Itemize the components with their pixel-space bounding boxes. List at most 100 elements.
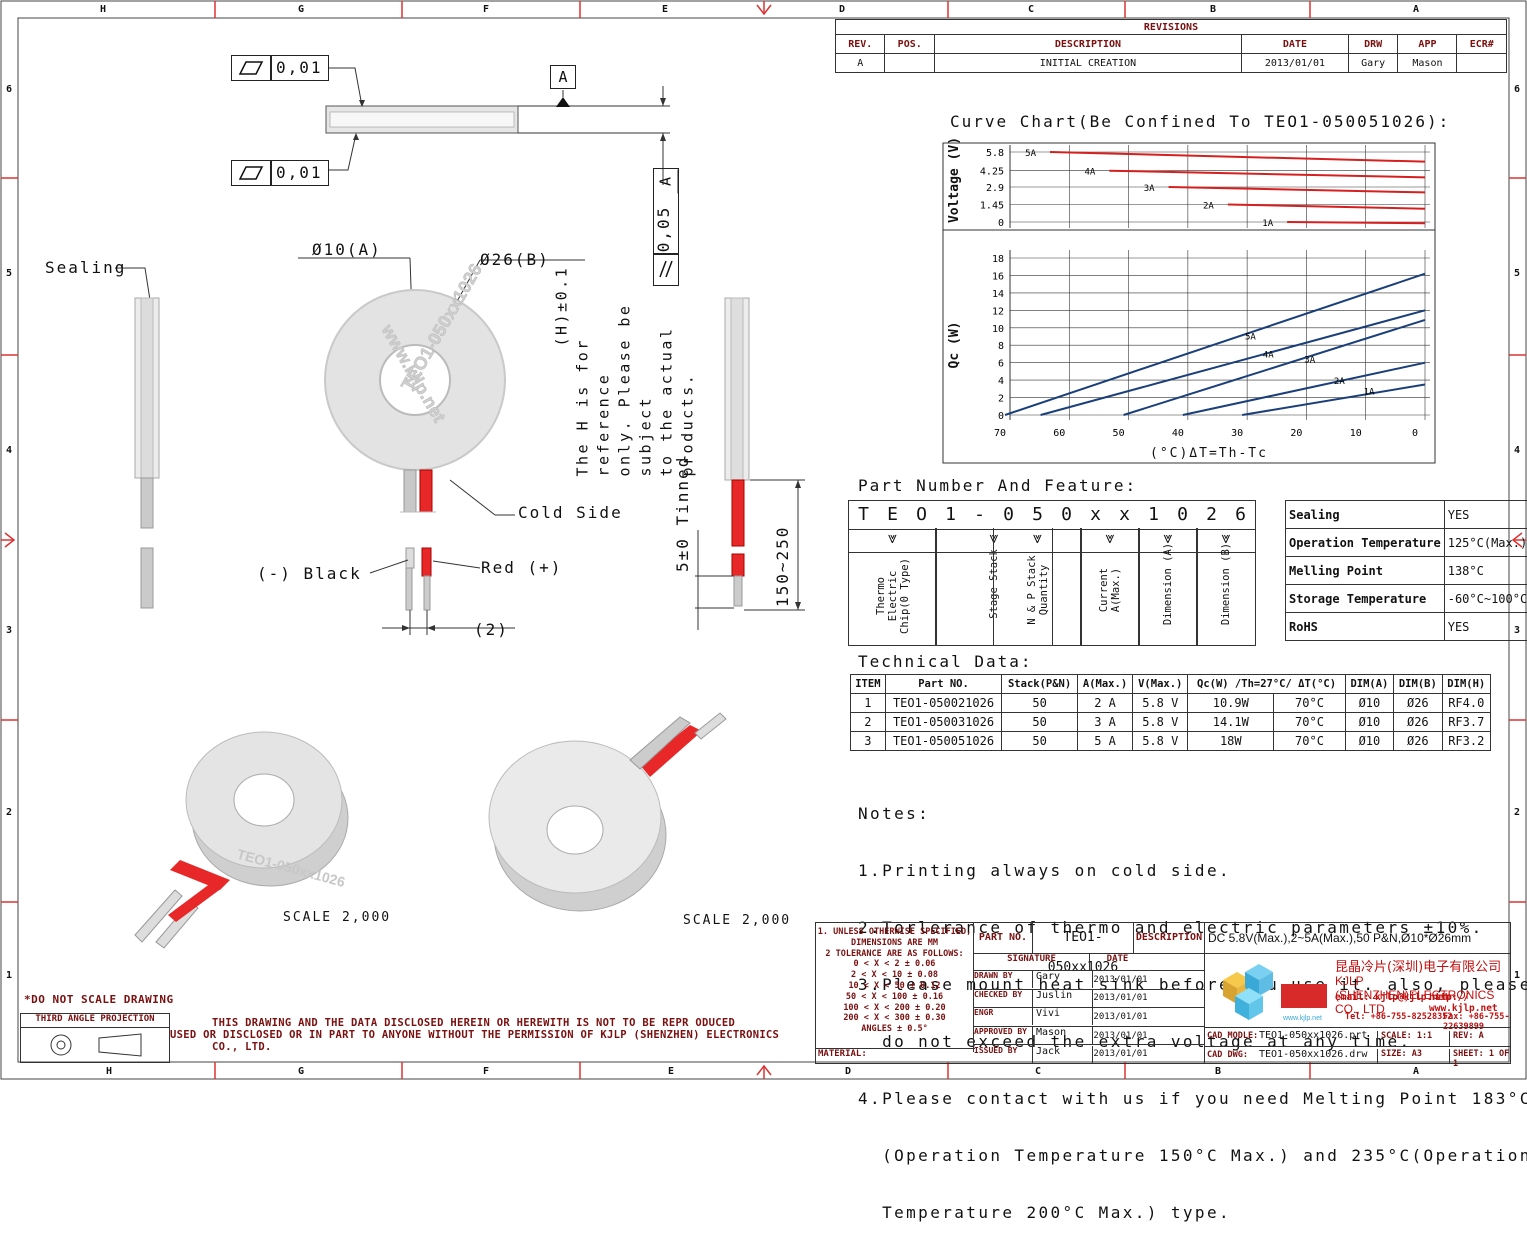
qc-series-label: 3A bbox=[1304, 355, 1315, 365]
technical-row: 1TEO1-050021026502 A5.8 V10.9W70°CØ10Ø26… bbox=[851, 694, 1491, 713]
zone-label: C bbox=[1028, 4, 1034, 15]
part-number-char: 1 bbox=[1139, 501, 1168, 529]
voltage-series-label: 3A bbox=[1144, 184, 1155, 194]
qc-series-line bbox=[1183, 363, 1425, 415]
part-number-group: ⩔Dimension (A) bbox=[1138, 528, 1198, 646]
technical-cell: 3 bbox=[851, 732, 886, 751]
note-line: Temperature 200°C Max.) type. bbox=[858, 1203, 1527, 1222]
qc-tick-label: 12 bbox=[992, 306, 1004, 317]
rev-header: POS. bbox=[885, 35, 934, 54]
part-number-char: E bbox=[878, 501, 907, 529]
qc-axis-label: Qc (W) bbox=[947, 300, 967, 390]
signature-row: DRAWN BYGary2013/01/01 bbox=[974, 971, 1204, 990]
zone-label: H bbox=[106, 1066, 112, 1077]
feature-row: Operation Temperature125°C(Max.) bbox=[1286, 529, 1527, 557]
zone-label: 6 bbox=[6, 84, 12, 95]
tolerance-line: 2 TOLERANCE ARE AS FOLLOWS: bbox=[816, 949, 973, 960]
cad-model-value: TEO1-050xx1026.prt bbox=[1259, 1030, 1367, 1041]
technical-cell: TEO1-050021026 bbox=[885, 694, 1002, 713]
note-line: (Operation Temperature 150°C Max.) and 2… bbox=[858, 1146, 1527, 1165]
cold-side-label: Cold Side bbox=[518, 503, 623, 522]
notes-title: Notes: bbox=[858, 804, 1527, 823]
part-number-meaning: Thermo Electric Chip(0 Type) bbox=[875, 551, 911, 641]
qc-tick-label: 18 bbox=[992, 254, 1004, 265]
technical-header: V(Max.) bbox=[1133, 675, 1188, 694]
disclaimer-line: CO., LTD. bbox=[170, 1041, 815, 1053]
technical-cell: 70°C bbox=[1274, 694, 1346, 713]
part-number-meaning: N & P Stack Quantity bbox=[1026, 545, 1050, 635]
flatness-frame-top: 0,01 bbox=[231, 55, 329, 81]
feature-name: Melling Point bbox=[1286, 557, 1445, 585]
description-value: DC 5.8V(Max.),2~5A(Max.),50 P&N,Ø10*Ø26m… bbox=[1206, 923, 1512, 953]
technical-header: Qc(W) /Th=27°C/ ΔT(°C) bbox=[1188, 675, 1345, 694]
signature-date: 2013/01/01 bbox=[1093, 975, 1148, 985]
technical-header: DIM(A) bbox=[1345, 675, 1393, 694]
company-logo-icon: www.kjlp.net bbox=[1211, 960, 1333, 1024]
qc-tick-label: 2 bbox=[998, 394, 1004, 405]
voltage-series-line bbox=[1287, 222, 1425, 223]
technical-cell: 5 A bbox=[1077, 732, 1132, 751]
part-number-char: x bbox=[1081, 501, 1110, 529]
technical-cell: Ø26 bbox=[1394, 732, 1442, 751]
voltage-tick-label: 5.8 bbox=[986, 148, 1004, 159]
signature-name: Juslin bbox=[1033, 990, 1093, 1007]
curve-chart: 5.84.252.91.4501816141210864207060504030… bbox=[940, 140, 1440, 470]
tolerance-line: 100 < X < 200 ± 0.20 bbox=[816, 1003, 973, 1014]
description-label: DESCRIPTION bbox=[1134, 923, 1205, 953]
technical-title: Technical Data: bbox=[858, 652, 1033, 671]
rev-header: DRW bbox=[1348, 35, 1397, 54]
signature-row: ISSUED BYJack2013/01/01 bbox=[974, 1045, 1204, 1064]
technical-cell: 50 bbox=[1002, 694, 1078, 713]
voltage-tick-label: 4.25 bbox=[980, 167, 1004, 178]
technical-cell: 2 A bbox=[1077, 694, 1132, 713]
technical-cell: 3 A bbox=[1077, 713, 1132, 732]
technical-header: DIM(H) bbox=[1442, 675, 1490, 694]
part-number-char: O bbox=[907, 501, 936, 529]
signature-header: SIGNATURE DATE bbox=[974, 954, 1204, 971]
inner-dia-label: Ø10(A) bbox=[312, 240, 382, 259]
qc-tick-label: 8 bbox=[998, 341, 1004, 352]
technical-cell: 70°C bbox=[1274, 732, 1346, 751]
revisions-title: REVISIONS bbox=[836, 20, 1507, 35]
tolerance-block: 1. UNLESS OTHERWISE SPECIFIED, DIMENSION… bbox=[816, 923, 974, 1052]
zone-label: D bbox=[839, 4, 845, 15]
company-http: http:// www.kjlp.net bbox=[1429, 992, 1511, 1014]
tinned-label: 5±0 Tinned bbox=[673, 432, 697, 572]
zone-label: F bbox=[483, 4, 489, 15]
voltage-series-label: 4A bbox=[1084, 168, 1095, 178]
signature-date: 2013/01/01 bbox=[1093, 1012, 1148, 1022]
zone-label: A bbox=[1413, 4, 1419, 15]
zone-label: 4 bbox=[1514, 445, 1520, 456]
technical-cell: 1 bbox=[851, 694, 886, 713]
projection-symbol-icon bbox=[21, 1028, 169, 1062]
signature-date: 2013/01/01 bbox=[1093, 1049, 1148, 1059]
technical-table: ITEMPart NO.Stack(P&N)A(Max.)V(Max.)Qc(W… bbox=[850, 674, 1491, 751]
part-number-meaning: Dimension (A) bbox=[1162, 539, 1174, 629]
voltage-axis-label: Voltage (V) bbox=[947, 135, 967, 225]
part-number-group: ⩔Current A(Max.) bbox=[1080, 528, 1140, 646]
technical-header: DIM(B) bbox=[1394, 675, 1442, 694]
technical-cell: RF3.7 bbox=[1442, 713, 1490, 732]
flatness-value: 0,01 bbox=[276, 163, 323, 182]
delta-t-axis-label: (°C)ΔT=Th-Tc bbox=[1150, 446, 1268, 461]
rev-value: REV: A bbox=[1449, 1031, 1484, 1046]
part-number-char: 0 bbox=[1052, 501, 1081, 529]
feature-row: SealingYES bbox=[1286, 501, 1527, 529]
technical-cell: 14.1W bbox=[1188, 713, 1274, 732]
rev-cell: A bbox=[836, 54, 885, 73]
technical-header: A(Max.) bbox=[1077, 675, 1132, 694]
part-number-breakdown: TEO1-050xx1026⩔Thermo Electric Chip(0 Ty… bbox=[848, 500, 1258, 645]
technical-cell: Ø26 bbox=[1394, 694, 1442, 713]
voltage-tick-label: 2.9 bbox=[986, 183, 1004, 194]
feature-name: Operation Temperature bbox=[1286, 529, 1445, 557]
technical-header: ITEM bbox=[851, 675, 886, 694]
left-side-view bbox=[130, 290, 170, 620]
delta-t-tick-label: 30 bbox=[1231, 428, 1243, 439]
technical-cell: RF3.2 bbox=[1442, 732, 1490, 751]
zone-label: 5 bbox=[6, 268, 12, 279]
height-note: (H)±0.1 The H is for reference only. Ple… bbox=[590, 168, 660, 418]
cad-model-label: CAD MODLE: bbox=[1207, 1031, 1258, 1041]
part-no-label: PART NO. bbox=[974, 923, 1033, 953]
red-wire-label: Red (+) bbox=[481, 558, 562, 577]
technical-cell: 2 bbox=[851, 713, 886, 732]
